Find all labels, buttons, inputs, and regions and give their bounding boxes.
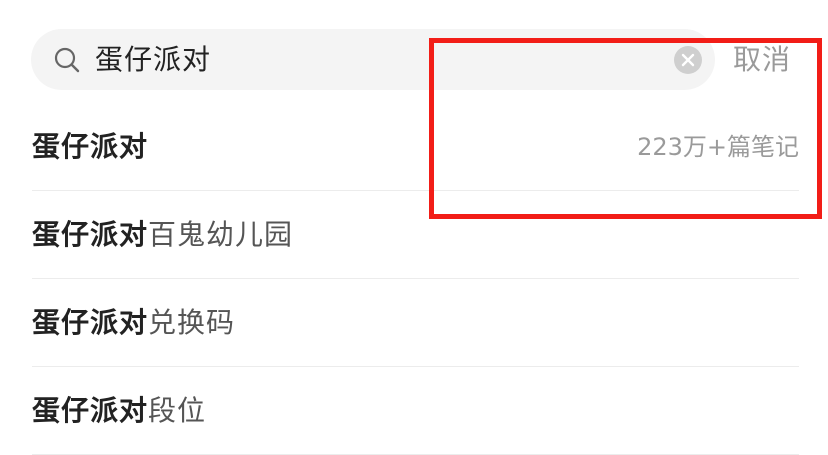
- search-icon: [53, 46, 81, 74]
- suggestion-label: 蛋仔派对段位: [32, 367, 206, 455]
- suggestion-completion: 段位: [148, 394, 207, 427]
- suggestion-completion: 百鬼幼儿园: [148, 218, 294, 251]
- suggestion-query-match: 蛋仔派对: [32, 306, 149, 339]
- suggestion-label: 蛋仔派对: [32, 103, 148, 191]
- suggestion-label: 蛋仔派对兑换码: [32, 279, 235, 367]
- suggestion-query-match: 蛋仔派对: [32, 218, 149, 251]
- search-input[interactable]: 蛋仔派对: [95, 29, 211, 90]
- suggestion-query-match: 蛋仔派对: [32, 130, 149, 163]
- annotation-highlight-box: [429, 38, 822, 219]
- suggestion-label: 蛋仔派对百鬼幼儿园: [32, 191, 293, 279]
- suggestion-query-match: 蛋仔派对: [32, 394, 149, 427]
- suggestion-completion: 兑换码: [148, 306, 236, 339]
- suggestion-item[interactable]: 蛋仔派对段位: [32, 367, 799, 455]
- suggestion-item[interactable]: 蛋仔派对兑换码: [32, 279, 799, 367]
